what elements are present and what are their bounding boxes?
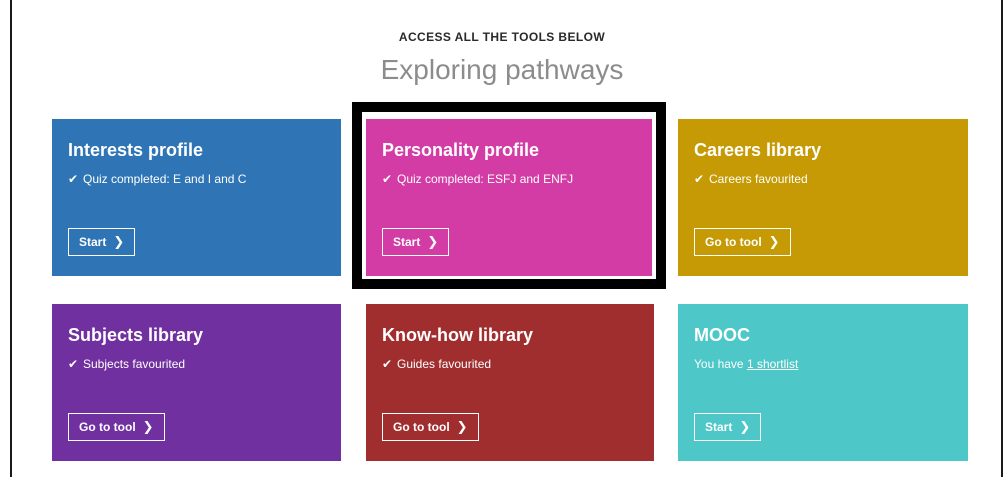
shortlist-link[interactable]: 1 shortlist [747,357,798,371]
go-to-tool-button[interactable]: Go to tool ❯ [68,413,165,441]
section-eyebrow: ACCESS ALL THE TOOLS BELOW [398,30,606,44]
tile-title: Careers library [694,140,822,160]
tile-title: Know-how library [382,325,534,345]
button-label: Go to tool [705,235,762,249]
chevron-right-icon: ❯ [456,419,468,434]
selection-highlight-frame [352,102,666,289]
check-icon: ✔ [382,357,393,371]
tile-title: Subjects library [68,325,204,345]
tile-interests-profile: Interests profile ✔ Quiz completed: E and… [52,119,341,276]
tile-careers-library: Careers library ✔ Careers favourited Go t… [678,119,968,276]
status-text: Guides favourited [397,357,492,371]
page-title: Exploring pathways [380,54,624,85]
tile-title: Interests profile [68,140,204,160]
chevron-right-icon: ❯ [768,234,780,249]
button-label: Start [705,420,733,434]
tile-mooc: MOOC You have 1 shortlist Start ❯ [678,304,968,461]
chevron-right-icon: ❯ [113,234,125,249]
tile-title: MOOC [694,325,750,345]
status-text: Careers favourited [709,172,808,186]
status-text: You have [694,357,747,371]
tile-subjects-library: Subjects library ✔ Subjects favourited Go… [52,304,341,461]
button-label: Go to tool [79,420,136,434]
go-to-tool-button[interactable]: Go to tool ❯ [694,228,791,256]
button-label: Start [79,235,107,249]
status-text: Subjects favourited [83,357,186,371]
tile-status: You have 1 shortlist [694,356,798,372]
tile-status: ✔ Guides favourited [382,356,491,372]
status-text: Quiz completed: E and I and C [83,172,247,186]
tile-status: ✔ Quiz completed: E and I and C [68,171,246,187]
start-button[interactable]: Start ❯ [68,228,136,256]
check-icon: ✔ [68,357,79,371]
check-icon: ✔ [68,172,79,186]
check-icon: ✔ [694,172,705,186]
chevron-right-icon: ❯ [739,419,751,434]
tile-knowhow-library: Know-how library ✔ Guides favourited Go t… [366,304,654,461]
tile-status: ✔ Careers favourited [694,171,808,187]
start-button[interactable]: Start ❯ [694,413,762,441]
go-to-tool-button[interactable]: Go to tool ❯ [382,413,479,441]
chevron-right-icon: ❯ [142,419,154,434]
tile-status: ✔ Subjects favourited [68,356,185,372]
button-label: Go to tool [393,420,450,434]
